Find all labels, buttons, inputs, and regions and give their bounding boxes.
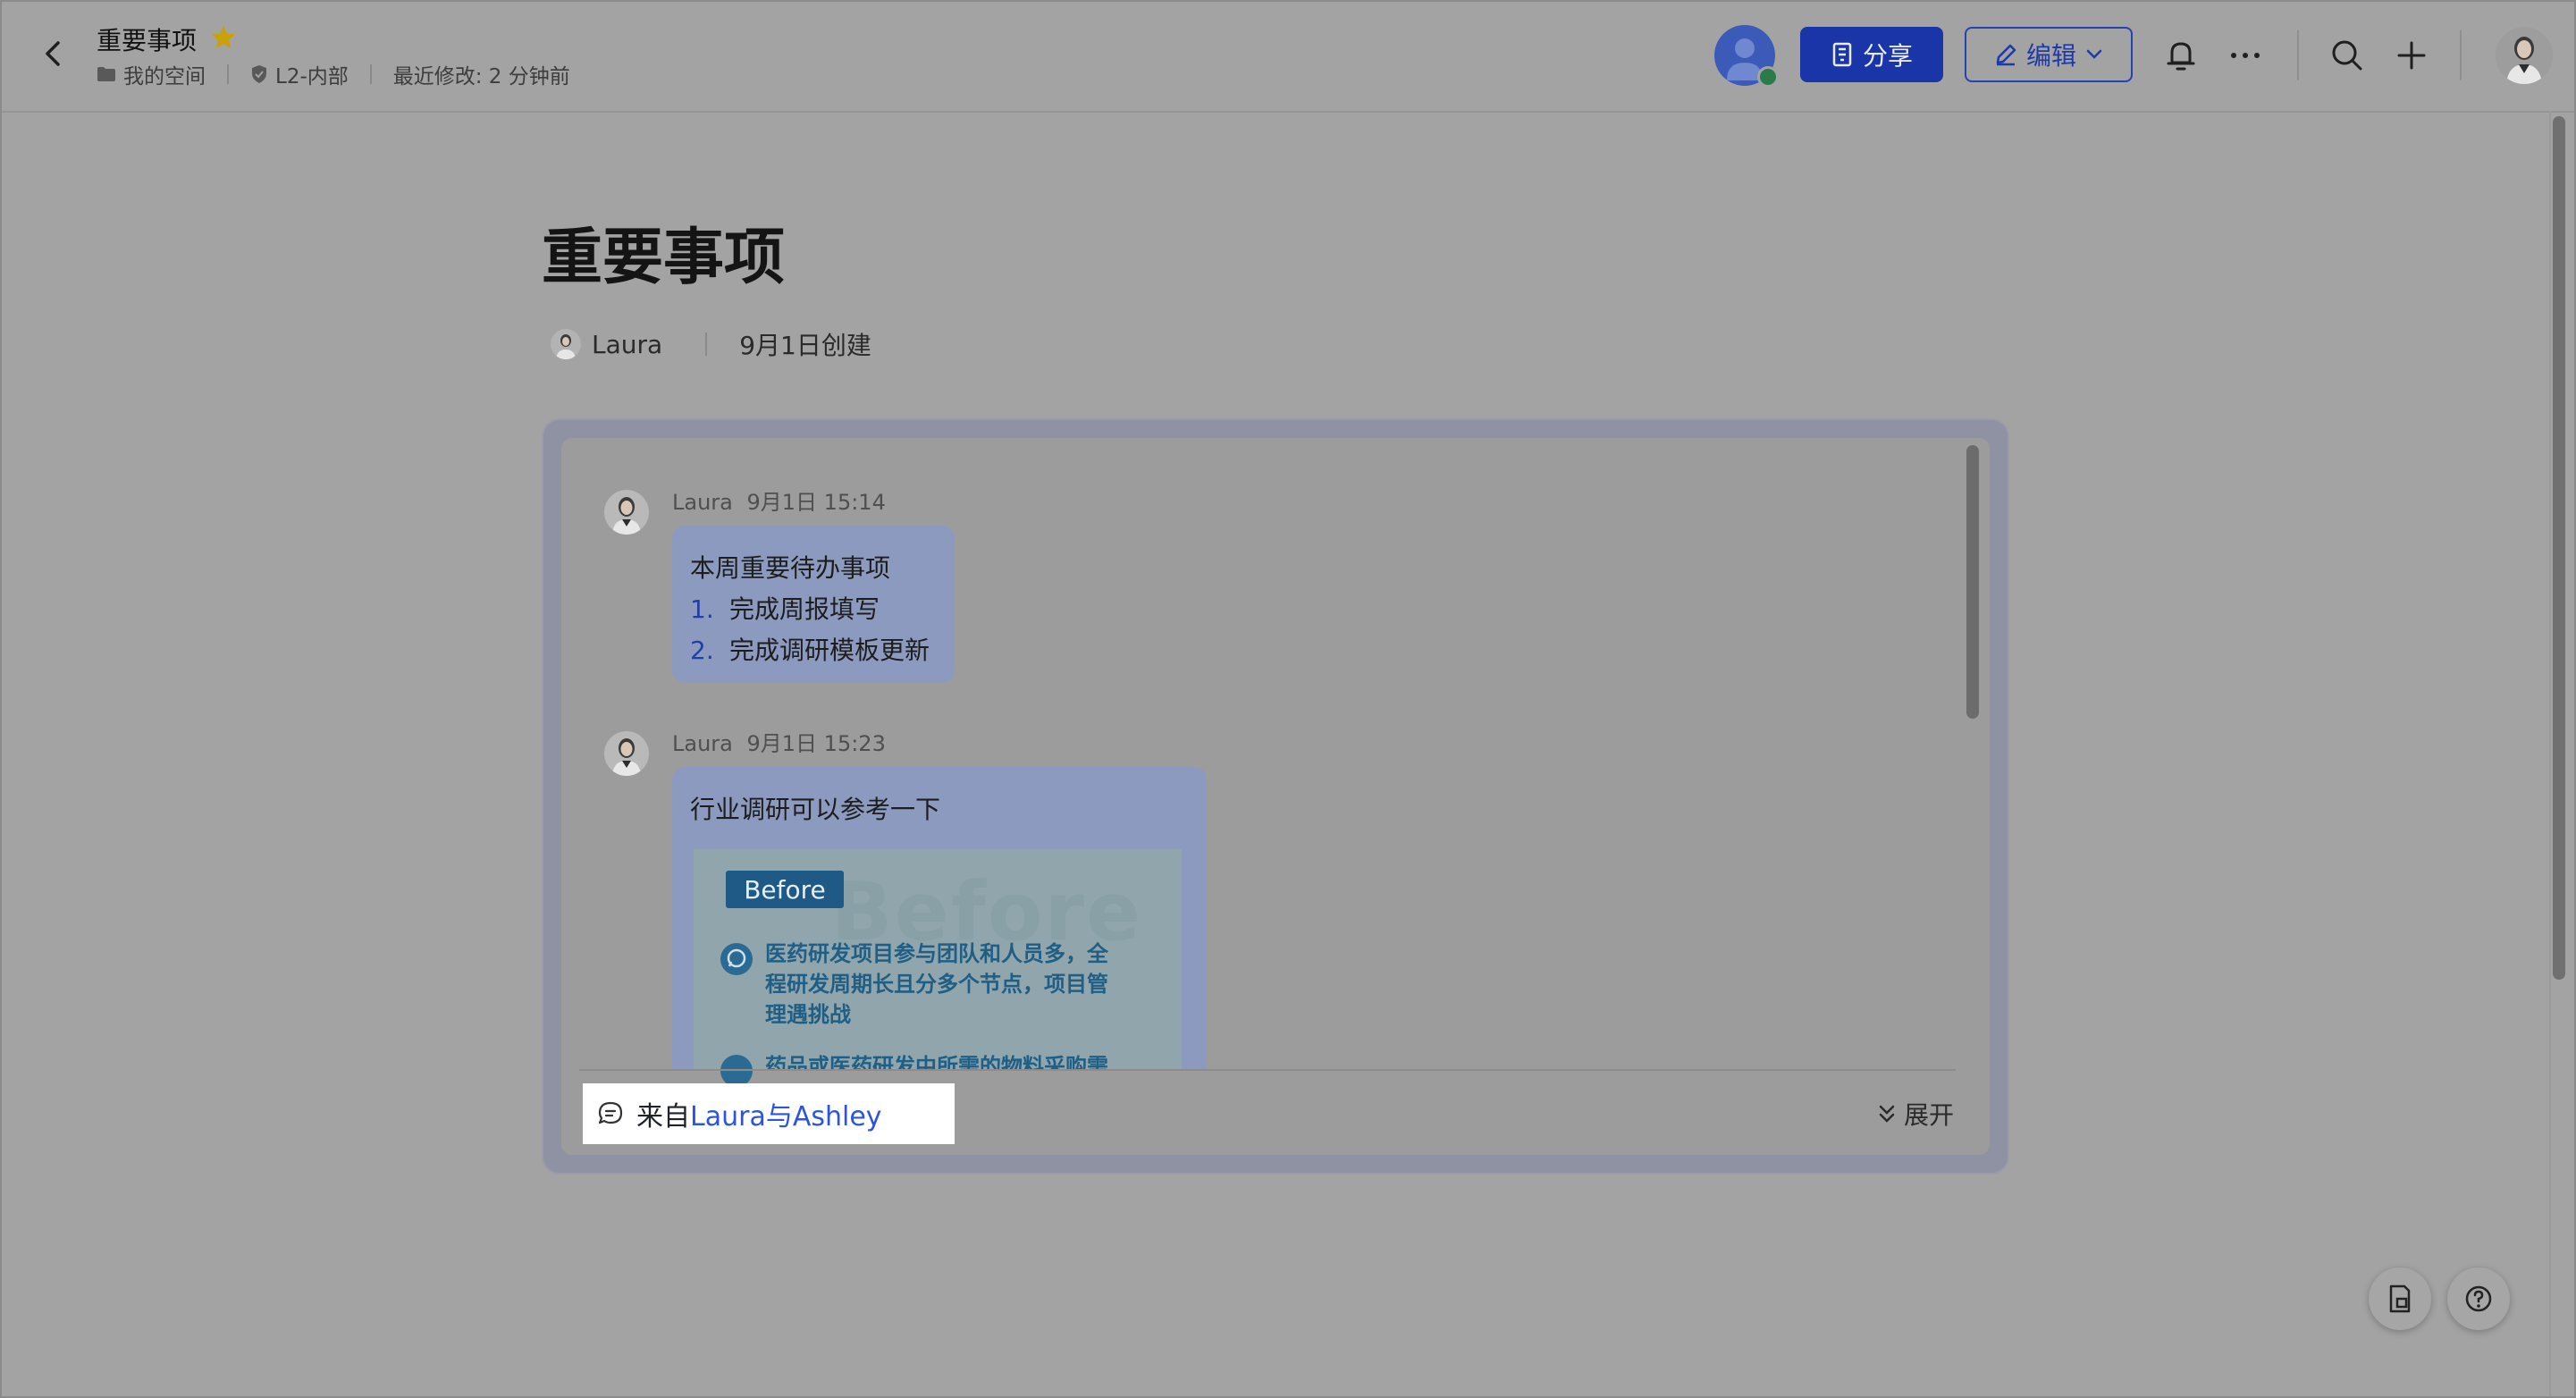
message-avatar[interactable]	[604, 731, 649, 776]
online-status-indicator	[1757, 66, 1779, 88]
edit-button-label: 编辑	[2025, 41, 2076, 71]
list-number: 1.	[690, 594, 714, 624]
pencil-icon	[1996, 44, 2016, 66]
divider	[579, 1069, 1956, 1071]
folder-icon	[97, 67, 115, 81]
page-scroll-track	[2549, 111, 2551, 1398]
message-meta: Laura 9月1日 15:23	[672, 726, 886, 757]
image-bullet-text: 医药研发项目参与团队和人员多，全 程研发周期长且分多个节点，项目管 理遇挑战	[765, 939, 1108, 1030]
star-icon[interactable]	[209, 23, 238, 52]
before-tag: Before	[726, 871, 844, 908]
divider	[2297, 30, 2299, 80]
plus-icon[interactable]	[2392, 36, 2431, 75]
help-button[interactable]	[2447, 1267, 2510, 1330]
doc-title: 重要事项	[97, 26, 198, 55]
author-avatar[interactable]	[551, 329, 581, 359]
page-scrollbar[interactable]	[2553, 116, 2565, 980]
speech-bubble-icon	[720, 1055, 753, 1087]
message-time: 9月1日 15:23	[746, 731, 886, 756]
document-outline-button[interactable]	[2369, 1267, 2431, 1330]
document-icon	[2389, 1284, 2411, 1313]
breadcrumb-space[interactable]: 我的空间	[123, 59, 206, 89]
divider	[369, 64, 372, 84]
image-text-line: 理遇挑战	[765, 1002, 851, 1027]
message-meta: Laura 9月1日 15:14	[672, 484, 886, 516]
message-sender: Laura	[672, 490, 733, 515]
source-names-link[interactable]: Laura与Ashley	[690, 1094, 882, 1133]
search-icon[interactable]	[2328, 36, 2367, 75]
document-meta: Laura 9月1日创建	[551, 325, 871, 363]
edit-button[interactable]: 编辑	[1965, 27, 2133, 82]
shield-icon	[252, 65, 266, 83]
bell-icon[interactable]	[2161, 36, 2201, 75]
image-text-line: 医药研发项目参与团队和人员多，全	[765, 941, 1108, 966]
list-text: 完成周报填写	[729, 594, 880, 624]
building-icon	[1832, 42, 1852, 67]
chat-scrollbar[interactable]	[1966, 445, 1979, 719]
message-time: 9月1日 15:14	[746, 490, 886, 515]
list-item: 1. 完成周报填写	[690, 590, 880, 626]
chat-bubble-icon	[598, 1101, 623, 1124]
message-sender: Laura	[672, 731, 733, 756]
list-item: 2. 完成调研模板更新	[690, 631, 930, 667]
expand-label: 展开	[1904, 1100, 1955, 1130]
message-text: 本周重要待办事项	[690, 553, 891, 583]
list-number: 2.	[690, 636, 714, 665]
page-title: 重要事项	[542, 223, 786, 293]
divider	[227, 64, 229, 84]
share-button[interactable]: 分享	[1800, 27, 1943, 82]
user-avatar[interactable]	[2496, 27, 2553, 84]
source-prefix: 来自	[636, 1101, 690, 1133]
back-arrow-icon[interactable]	[36, 36, 72, 72]
divider	[705, 333, 708, 356]
help-icon	[2465, 1285, 2492, 1312]
double-chevron-down-icon	[1879, 1105, 1895, 1123]
more-icon[interactable]	[2226, 36, 2265, 75]
author-name[interactable]: Laura	[592, 330, 662, 359]
last-modified: 最近修改: 2 分钟前	[392, 65, 570, 88]
speech-bubble-icon	[720, 943, 753, 975]
chevron-down-icon	[2086, 49, 2102, 59]
list-text: 完成调研模板更新	[729, 636, 930, 665]
expand-button[interactable]: 展开	[1877, 1096, 1954, 1132]
created-date: 9月1日创建	[739, 331, 871, 360]
message-avatar[interactable]	[604, 490, 649, 535]
image-text-line: 药品或医药研发中所需的物料采购需	[765, 1055, 1108, 1069]
chat-source[interactable]: 来自 Laura与Ashley	[583, 1083, 955, 1144]
breadcrumb: 我的空间 L2-内部 最近修改: 2 分钟前	[97, 59, 570, 89]
share-button-label: 分享	[1862, 41, 1913, 71]
message-text: 行业调研可以参考一下	[690, 795, 941, 824]
image-text-line: 程研发周期长且分多个节点，项目管	[765, 972, 1108, 997]
security-level[interactable]: L2-内部	[275, 59, 349, 89]
divider	[2460, 30, 2462, 80]
